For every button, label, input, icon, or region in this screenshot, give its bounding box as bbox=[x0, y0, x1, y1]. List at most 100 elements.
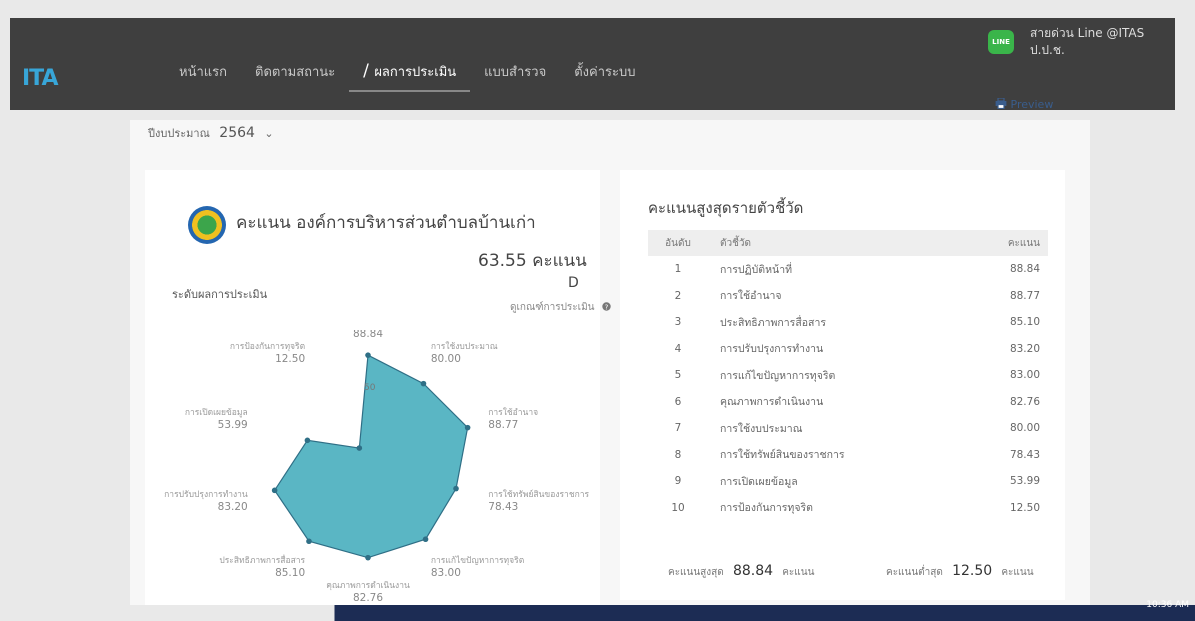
min-score-summary: คะแนนต่ำสุด 12.50 คะแนน bbox=[886, 563, 1034, 580]
min-score-label: คะแนนต่ำสุด bbox=[886, 567, 943, 578]
criteria-link[interactable]: ดูเกณฑ์การประเมิน ? bbox=[510, 300, 611, 315]
min-score-value: 12.50 bbox=[952, 563, 993, 579]
radar-axis-label: การใช้ทรัพย์สินของราชการ bbox=[488, 489, 589, 500]
top-navbar: ITA หน้าแรก ติดตามสถานะ ผลการประเมิน แบบ… bbox=[10, 18, 1175, 110]
radar-value-label: 85.10 bbox=[275, 567, 305, 579]
nav-survey[interactable]: แบบสำรวจ bbox=[470, 53, 560, 92]
radar-point bbox=[420, 380, 427, 387]
radar-axis-label: ประสิทธิภาพการสื่อสาร bbox=[219, 554, 305, 566]
radar-value-label: 78.43 bbox=[488, 501, 518, 513]
svg-text:?: ? bbox=[604, 303, 608, 311]
score-cell: 88.84 bbox=[1009, 263, 1040, 276]
rank-cell: 2 bbox=[674, 289, 682, 302]
preview-button[interactable]: Preview bbox=[995, 97, 1054, 111]
radar-value-label: 88.84 bbox=[353, 330, 383, 340]
radar-axis-label: การใช้งบประมาณ bbox=[431, 341, 498, 352]
rank-cell: 9 bbox=[674, 475, 682, 488]
rank-cell: 6 bbox=[674, 395, 682, 408]
score-cell: 12.50 bbox=[1009, 501, 1040, 514]
ita-logo[interactable]: ITA bbox=[22, 66, 59, 91]
max-score-label: คะแนนสูงสุด bbox=[668, 567, 724, 578]
radar-point bbox=[422, 536, 429, 543]
header-score: คะแนน bbox=[958, 230, 1048, 256]
line-hotline-org: ป.ป.ช. bbox=[1030, 43, 1065, 57]
preview-label: Preview bbox=[1010, 98, 1054, 111]
radar-point bbox=[304, 437, 311, 444]
fiscal-year-select[interactable]: 2564 bbox=[219, 125, 255, 141]
indicator-cell: การแก้ไขปัญหาการทุจริต bbox=[720, 369, 836, 382]
radar-point bbox=[356, 445, 363, 451]
chevron-down-icon[interactable]: ⌄ bbox=[264, 127, 273, 140]
max-score-summary: คะแนนสูงสุด 88.84 คะแนน bbox=[668, 563, 814, 580]
header-rank: อันดับ bbox=[648, 230, 708, 256]
rank-cell: 10 bbox=[671, 501, 685, 514]
criteria-link-label: ดูเกณฑ์การประเมิน bbox=[510, 302, 595, 313]
nav-tracking[interactable]: ติดตามสถานะ bbox=[241, 53, 349, 92]
table-row: 1 การปฏิบัติหน้าที่ 88.84 bbox=[648, 256, 1048, 283]
radar-point bbox=[306, 538, 312, 545]
line-hotline[interactable]: สายด่วน Line @ITAS ป.ป.ช. bbox=[1030, 25, 1144, 59]
max-score-unit: คะแนน bbox=[782, 567, 815, 578]
table-row: 2 การใช้อำนาจ 88.77 bbox=[648, 283, 1048, 310]
table-row: 7 การใช้งบประมาณ 80.00 bbox=[648, 415, 1048, 442]
rank-cell: 8 bbox=[674, 448, 682, 461]
radar-axis-label: คุณภาพการดำเนินงาน bbox=[326, 581, 410, 591]
header-indicator: ตัวชี้วัด bbox=[708, 230, 958, 256]
rank-cell: 7 bbox=[674, 422, 682, 435]
nav-results[interactable]: ผลการประเมิน bbox=[349, 53, 471, 92]
rank-cell: 4 bbox=[674, 342, 682, 355]
radar-value-label: 80.00 bbox=[431, 353, 461, 365]
indicator-cell: การเปิดเผยข้อมูล bbox=[720, 475, 798, 488]
table-header-row: อันดับ ตัวชี้วัด คะแนน bbox=[648, 230, 1048, 256]
indicator-cell: การใช้อำนาจ bbox=[720, 290, 782, 303]
score-cell: 53.99 bbox=[1009, 475, 1040, 488]
indicator-cell: การปฏิบัติหน้าที่ bbox=[720, 263, 793, 276]
score-cell: 83.20 bbox=[1009, 342, 1040, 355]
indicator-cell: ประสิทธิภาพการสื่อสาร bbox=[720, 316, 826, 329]
info-icon[interactable]: ? bbox=[602, 302, 611, 311]
line-icon[interactable]: LINE bbox=[988, 30, 1014, 54]
table-row: 3 ประสิทธิภาพการสื่อสาร 85.10 bbox=[648, 309, 1048, 336]
indicator-cell: การปรับปรุงการทำงาน bbox=[720, 343, 824, 356]
min-score-unit: คะแนน bbox=[1001, 567, 1034, 578]
radar-value-label: 53.99 bbox=[218, 419, 248, 431]
radar-axis-label: การใช้อำนาจ bbox=[488, 407, 538, 418]
fiscal-year-filter[interactable]: ปีงบประมาณ 2564 ⌄ bbox=[148, 124, 274, 142]
radar-point bbox=[271, 487, 278, 494]
org-seal-logo bbox=[188, 206, 226, 244]
ranking-table: อันดับ ตัวชี้วัด คะแนน 1 การปฏิบัติหน้าที… bbox=[648, 230, 1048, 521]
assessment-level-label: ระดับผลการประเมิน bbox=[172, 288, 268, 301]
indicator-cell: การใช้งบประมาณ bbox=[720, 422, 803, 435]
radar-axis-label: การเปิดเผยข้อมูล bbox=[185, 407, 248, 418]
fiscal-year-label: ปีงบประมาณ bbox=[148, 127, 210, 140]
score-cell: 85.10 bbox=[1009, 316, 1040, 329]
score-cell: 88.77 bbox=[1009, 289, 1040, 302]
radar-axis-label: การป้องกันการทุจริต bbox=[230, 341, 305, 352]
score-cell: 83.00 bbox=[1009, 369, 1040, 382]
radar-value-label: 88.77 bbox=[488, 419, 518, 431]
radar-point bbox=[365, 352, 371, 358]
nav-home[interactable]: หน้าแรก bbox=[165, 53, 241, 92]
table-row: 10 การป้องกันการทุจริต 12.50 bbox=[648, 495, 1048, 522]
rank-cell: 1 bbox=[674, 263, 682, 276]
line-hotline-text: สายด่วน Line @ITAS bbox=[1030, 26, 1145, 40]
os-taskbar bbox=[0, 605, 1195, 621]
rank-cell: 5 bbox=[674, 369, 682, 382]
indicator-cell: การป้องกันการทุจริต bbox=[720, 502, 813, 515]
ranking-title: คะแนนสูงสุดรายตัวชี้วัด bbox=[648, 199, 804, 217]
total-score: 63.55 คะแนน bbox=[478, 251, 587, 271]
radar-value-label: 82.76 bbox=[353, 592, 383, 604]
table-row: 6 คุณภาพการดำเนินงาน 82.76 bbox=[648, 389, 1048, 416]
radar-value-label: 83.00 bbox=[431, 567, 461, 579]
radar-chart: 50การปฏิบัติหน้าที่88.84การใช้งบประมาณ80… bbox=[164, 330, 589, 604]
score-cell: 80.00 bbox=[1009, 422, 1040, 435]
nav-settings[interactable]: ตั้งค่าระบบ bbox=[560, 53, 649, 92]
radar-point bbox=[365, 554, 371, 561]
org-score-title: คะแนน องค์การบริหารส่วนตำบลบ้านเก่า bbox=[236, 213, 536, 233]
table-row: 9 การเปิดเผยข้อมูล 53.99 bbox=[648, 468, 1048, 495]
main-nav: หน้าแรก ติดตามสถานะ ผลการประเมิน แบบสำรว… bbox=[165, 53, 649, 92]
score-cell: 82.76 bbox=[1009, 395, 1040, 408]
table-row: 8 การใช้ทรัพย์สินของราชการ 78.43 bbox=[648, 442, 1048, 469]
indicator-cell: การใช้ทรัพย์สินของราชการ bbox=[720, 449, 845, 462]
max-score-value: 88.84 bbox=[732, 563, 774, 579]
